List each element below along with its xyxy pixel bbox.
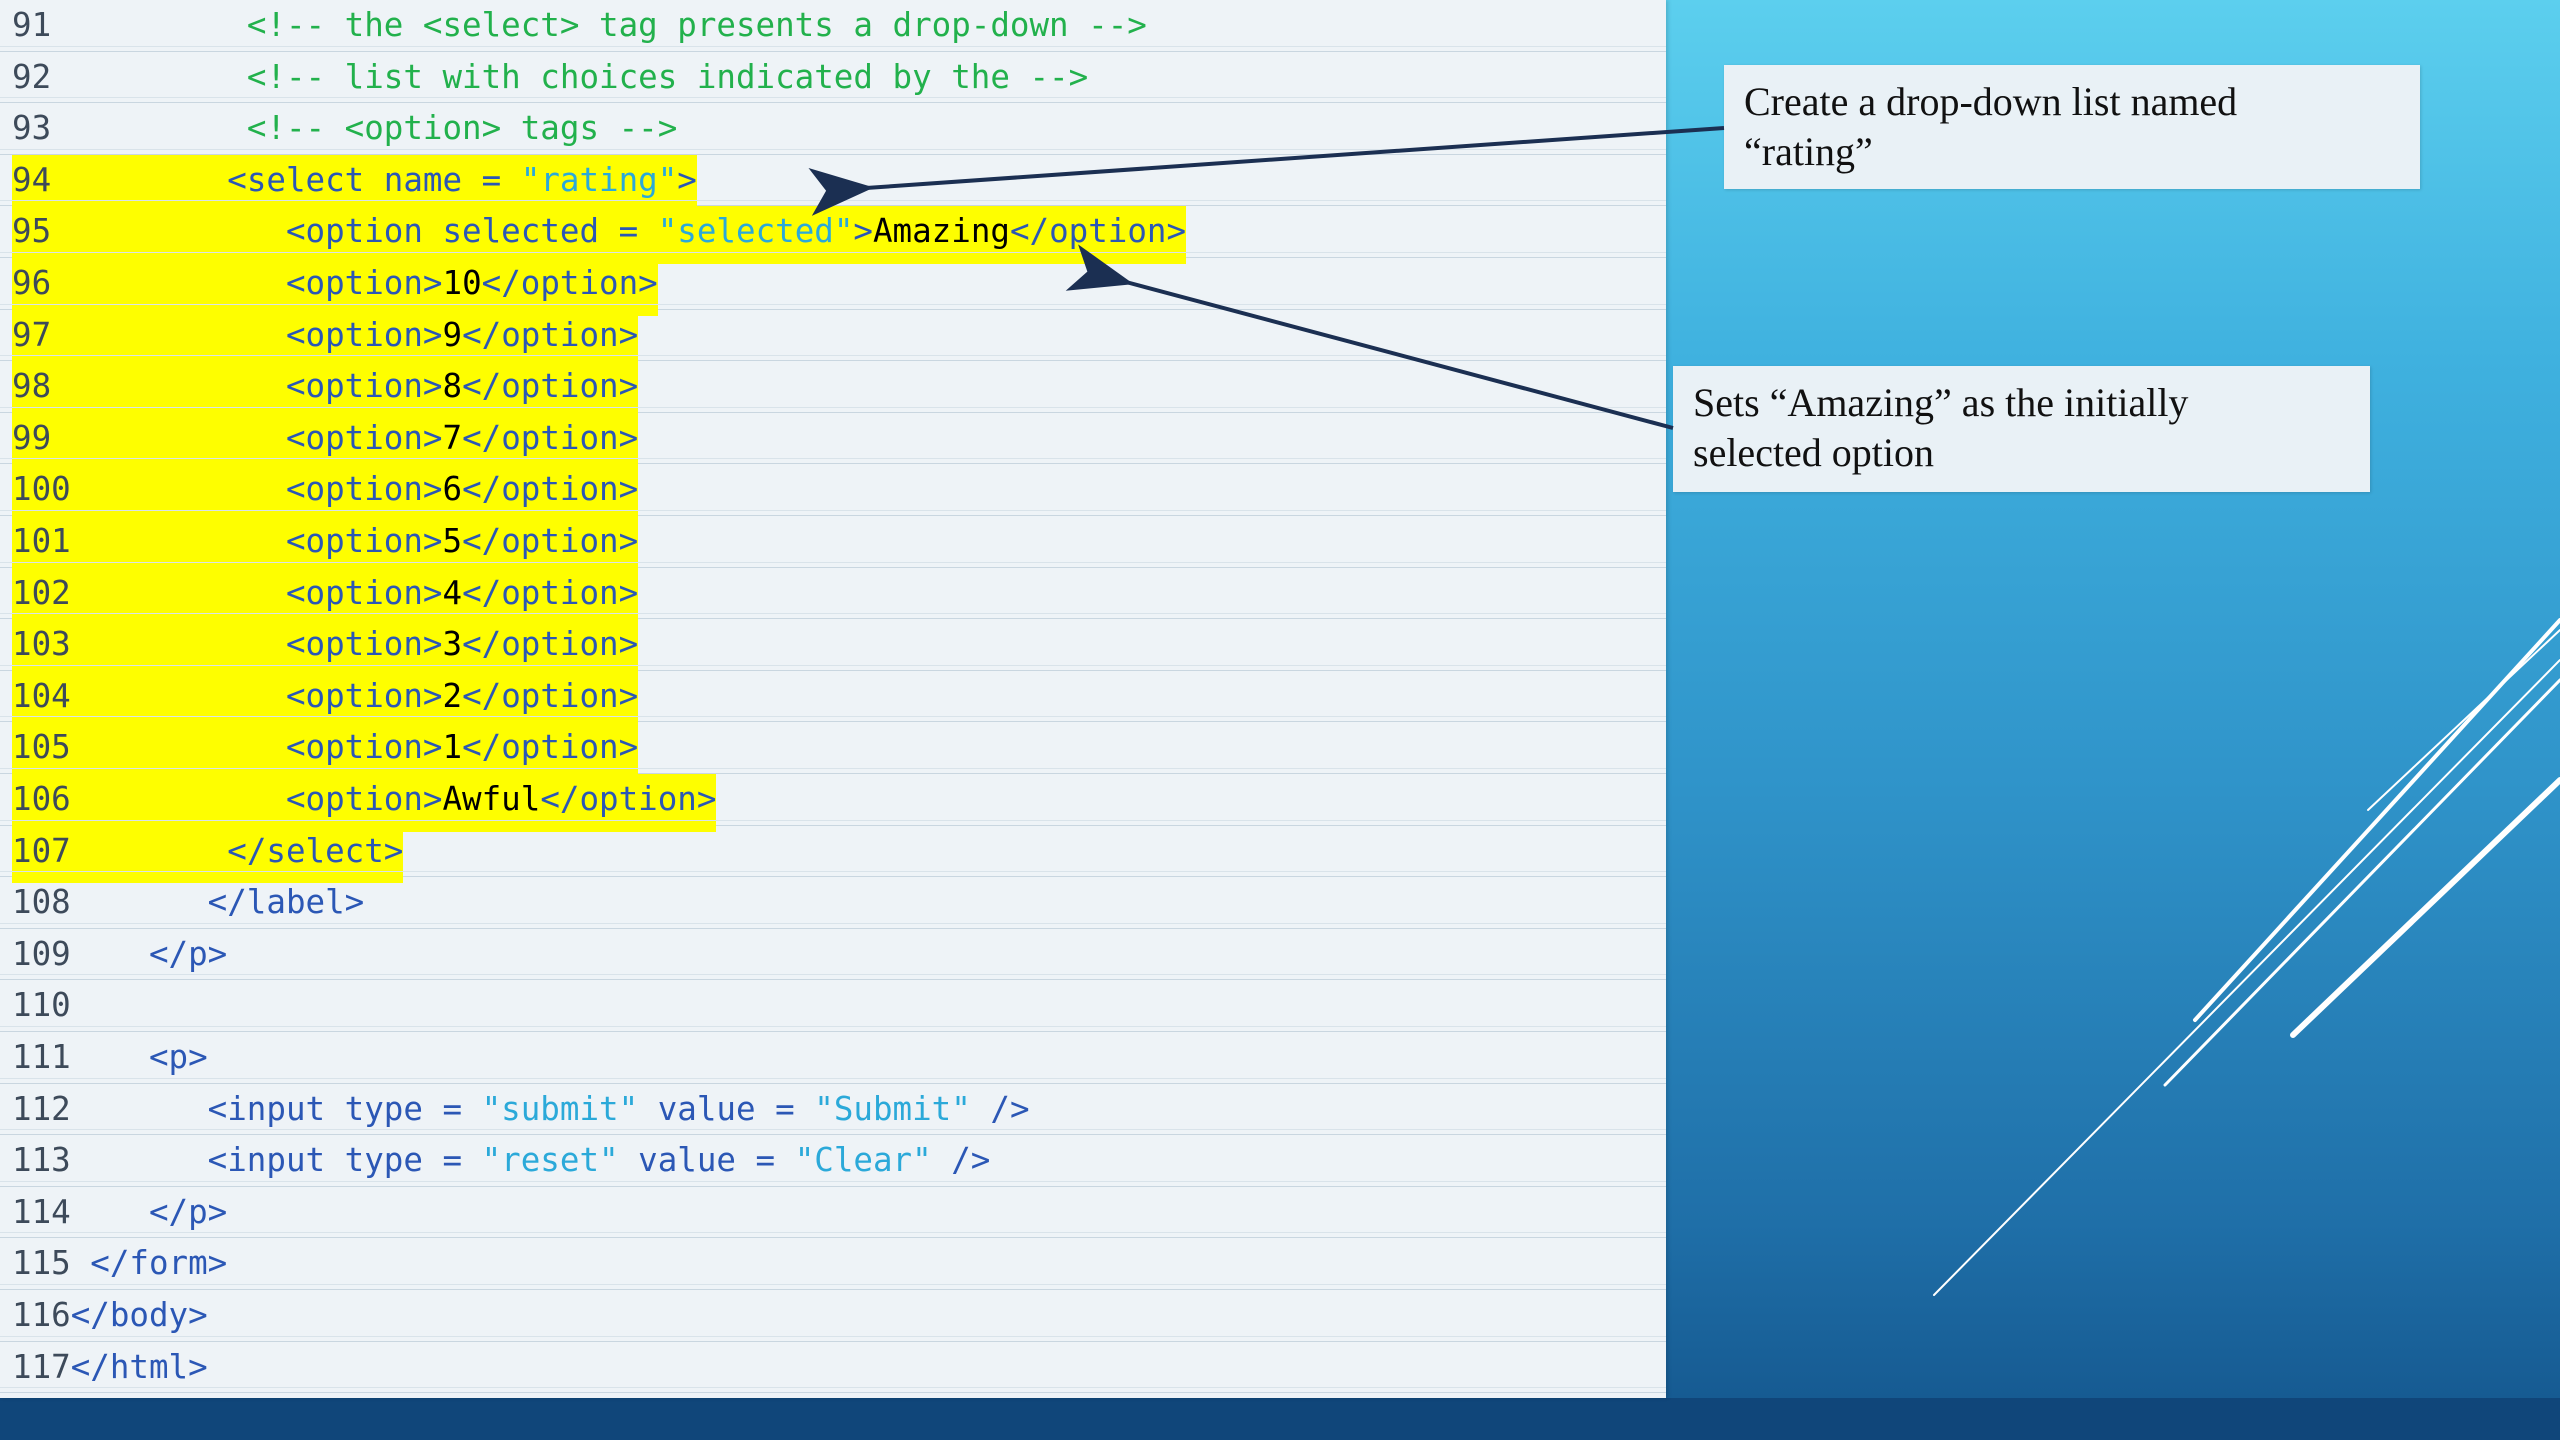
callout-arrow-icon <box>1065 244 1674 430</box>
decorative-diagonal-lines <box>1933 618 2560 1296</box>
callout-arrow-icon <box>808 126 1725 216</box>
annotation-overlay <box>808 126 2560 1296</box>
